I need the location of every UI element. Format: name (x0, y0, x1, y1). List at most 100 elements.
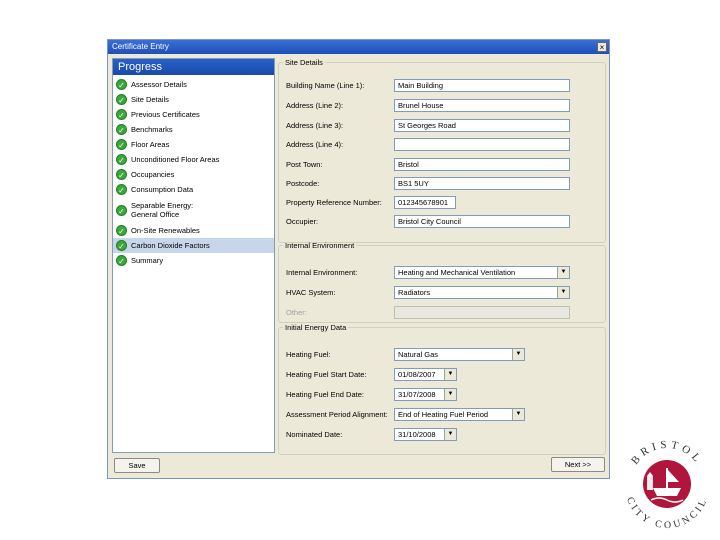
progress-item-benchmarks[interactable]: ✓ Benchmarks (113, 122, 274, 137)
progress-item-label: Occupancies (131, 170, 175, 179)
chevron-down-icon[interactable]: ▼ (512, 349, 524, 360)
check-icon: ✓ (116, 154, 127, 165)
window-title-bar: Certificate Entry × (108, 40, 609, 54)
heating-fuel-select[interactable]: Natural Gas ▼ (394, 348, 525, 361)
site-details-legend: Site Details (285, 58, 323, 67)
initial-energy-data-group: Initial Energy Data Heating Fuel: Natura… (278, 323, 606, 455)
occupier-row: Occupier: Bristol City Council (279, 215, 605, 229)
hvac-system-value: Radiators (398, 288, 431, 297)
chevron-down-icon[interactable]: ▼ (512, 409, 524, 420)
building-name-field[interactable]: Main Building (394, 79, 570, 92)
progress-item-label: Site Details (131, 95, 169, 104)
progress-item-label: Summary (131, 256, 164, 265)
address-line4-row: Address (Line 4): (279, 138, 605, 152)
chevron-down-icon[interactable]: ▼ (444, 429, 456, 440)
heating-fuel-start-row: Heating Fuel Start Date: 01/08/2007 ▼ (279, 368, 605, 382)
address-line3-label: Address (Line 3): (286, 121, 344, 130)
chevron-down-icon[interactable]: ▼ (444, 389, 456, 400)
address-line2-field[interactable]: Brunel House (394, 99, 570, 112)
progress-item-floor-areas[interactable]: ✓ Floor Areas (113, 137, 274, 152)
heating-fuel-label: Heating Fuel: (286, 350, 331, 359)
heating-fuel-value: Natural Gas (398, 350, 439, 359)
post-town-row: Post Town: Bristol (279, 158, 605, 172)
hvac-system-select[interactable]: Radiators ▼ (394, 286, 570, 299)
bristol-city-council-logo: BRISTOL CITY COUNCIL (624, 439, 707, 531)
progress-item-label: Carbon Dioxide Factors (131, 241, 210, 250)
progress-item-label: Unconditioned Floor Areas (131, 155, 220, 164)
check-icon: ✓ (116, 240, 127, 251)
progress-item-site-details[interactable]: ✓ Site Details (113, 92, 274, 107)
address-line4-label: Address (Line 4): (286, 140, 344, 149)
internal-environment-select[interactable]: Heating and Mechanical Ventilation ▼ (394, 266, 570, 279)
progress-header: Progress (113, 59, 274, 75)
address-line2-label: Address (Line 2): (286, 101, 344, 110)
building-name-row: Building Name (Line 1): Main Building (279, 79, 605, 93)
progress-item-summary[interactable]: ✓ Summary (113, 253, 274, 268)
progress-panel: Progress ✓ Assessor Details ✓ Site Details… (112, 58, 275, 453)
postcode-row: Postcode: BS1 5UY (279, 177, 605, 191)
check-icon: ✓ (116, 124, 127, 135)
heating-fuel-end-value: 31/07/2008 (398, 390, 436, 399)
progress-item-separable-energy[interactable]: ✓ Separable Energy: General Office (113, 197, 274, 223)
other-field (394, 306, 570, 319)
other-label: Other: (286, 308, 307, 317)
address-line3-row: Address (Line 3): St Georges Road (279, 119, 605, 133)
chevron-down-icon[interactable]: ▼ (557, 267, 569, 278)
check-icon: ✓ (116, 204, 127, 216)
progress-item-assessor-details[interactable]: ✓ Assessor Details (113, 77, 274, 92)
progress-list: ✓ Assessor Details ✓ Site Details ✓ Previou… (113, 75, 274, 268)
nominated-date-picker[interactable]: 31/10/2008 ▼ (394, 428, 457, 441)
heating-fuel-row: Heating Fuel: Natural Gas ▼ (279, 348, 605, 362)
progress-item-label: Separable Energy: General Office (131, 201, 194, 219)
occupier-field[interactable]: Bristol City Council (394, 215, 570, 228)
assessment-alignment-label: Assessment Period Alignment: (286, 410, 388, 419)
building-name-label: Building Name (Line 1): (286, 81, 365, 90)
progress-item-carbon-dioxide-factors[interactable]: ✓ Carbon Dioxide Factors (113, 238, 274, 253)
check-icon: ✓ (116, 94, 127, 105)
progress-item-label: Assessor Details (131, 80, 187, 89)
progress-item-occupancies[interactable]: ✓ Occupancies (113, 167, 274, 182)
internal-environment-group: Internal Environment Internal Environmen… (278, 241, 606, 323)
chevron-down-icon[interactable]: ▼ (444, 369, 456, 380)
progress-item-consumption-data[interactable]: ✓ Consumption Data (113, 182, 274, 197)
post-town-label: Post Town: (286, 160, 323, 169)
address-line3-field[interactable]: St Georges Road (394, 119, 570, 132)
check-icon: ✓ (116, 184, 127, 195)
heating-fuel-start-label: Heating Fuel Start Date: (286, 370, 367, 379)
chevron-down-icon[interactable]: ▼ (557, 287, 569, 298)
post-town-field[interactable]: Bristol (394, 158, 570, 171)
property-ref-label: Property Reference Number: (286, 198, 382, 207)
certificate-entry-window: Certificate Entry × Progress ✓ Assessor D… (107, 39, 610, 479)
check-icon: ✓ (116, 79, 127, 90)
check-icon: ✓ (116, 109, 127, 120)
hvac-system-row: HVAC System: Radiators ▼ (279, 286, 605, 300)
progress-item-label: Benchmarks (131, 125, 173, 134)
assessment-alignment-row: Assessment Period Alignment: End of Heat… (279, 408, 605, 422)
check-icon: ✓ (116, 139, 127, 150)
address-line4-field[interactable] (394, 138, 570, 151)
assessment-alignment-select[interactable]: End of Heating Fuel Period ▼ (394, 408, 525, 421)
occupier-label: Occupier: (286, 217, 319, 226)
check-icon: ✓ (116, 169, 127, 180)
hvac-system-label: HVAC System: (286, 288, 336, 297)
progress-item-label: Previous Certificates (131, 110, 200, 119)
heating-fuel-start-date-picker[interactable]: 01/08/2007 ▼ (394, 368, 457, 381)
heating-fuel-end-label: Heating Fuel End Date: (286, 390, 364, 399)
internal-environment-value: Heating and Mechanical Ventilation (398, 268, 516, 277)
property-ref-row: Property Reference Number: 012345678901 (279, 196, 605, 210)
heating-fuel-start-value: 01/08/2007 (398, 370, 436, 379)
postcode-label: Postcode: (286, 179, 320, 188)
postcode-field[interactable]: BS1 5UY (394, 177, 570, 190)
save-button[interactable]: Save (114, 458, 160, 473)
property-ref-field[interactable]: 012345678901 (394, 196, 456, 209)
next-button[interactable]: Next >> (551, 457, 605, 472)
close-icon[interactable]: × (597, 42, 607, 52)
progress-item-previous-certificates[interactable]: ✓ Previous Certificates (113, 107, 274, 122)
progress-item-on-site-renewables[interactable]: ✓ On-Site Renewables (113, 223, 274, 238)
progress-item-unconditioned-floor-areas[interactable]: ✓ Unconditioned Floor Areas (113, 152, 274, 167)
ship-icon (653, 488, 681, 496)
internal-environment-legend: Internal Environment (285, 241, 355, 250)
heating-fuel-end-row: Heating Fuel End Date: 31/07/2008 ▼ (279, 388, 605, 402)
nominated-date-label: Nominated Date: (286, 430, 343, 439)
heating-fuel-end-date-picker[interactable]: 31/07/2008 ▼ (394, 388, 457, 401)
